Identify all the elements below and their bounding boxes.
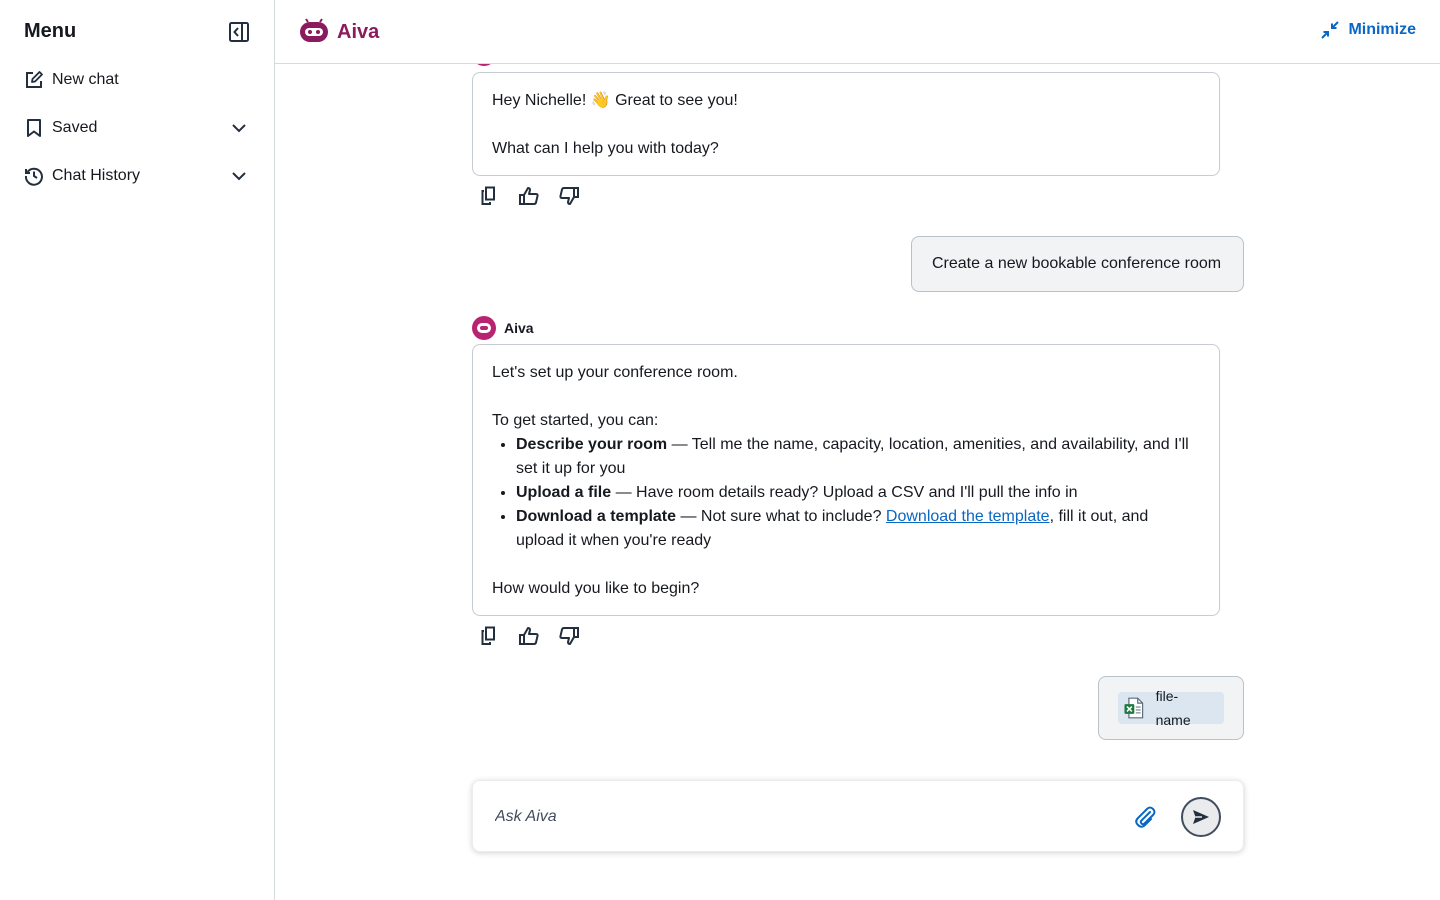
collapse-panel-icon [229, 22, 249, 42]
message-actions [476, 623, 582, 649]
aiva-logo-icon [300, 18, 328, 42]
file-name: file-name [1155, 688, 1191, 728]
aiva-logo-icon [477, 323, 491, 333]
chat-composer [472, 780, 1244, 852]
minimize-button[interactable]: Minimize [1320, 20, 1416, 40]
assistant-message: Let's set up your conference room. To ge… [472, 344, 1220, 616]
list-item: Describe your room — Tell me the name, c… [516, 433, 1200, 481]
sidebar-item-label: New chat [52, 71, 119, 88]
message-text: Hey Nichelle! 👋 Great to see you! [492, 92, 738, 109]
chevron-down-icon[interactable] [230, 167, 248, 185]
option-title: Describe your room [516, 436, 668, 453]
option-text: — Have room details ready? Upload a CSV … [611, 484, 1078, 501]
minimize-label: Minimize [1348, 21, 1416, 38]
file-attachment[interactable]: file-name [1118, 688, 1224, 728]
download-template-link[interactable]: Download the template [886, 508, 1050, 525]
send-button[interactable] [1181, 797, 1221, 837]
bookmark-icon [24, 118, 44, 138]
message-actions [476, 183, 582, 209]
user-message: Create a new bookable conference room [911, 236, 1244, 292]
message-sender: Aiva [472, 316, 534, 340]
chat-input[interactable] [495, 803, 1095, 831]
sidebar-item-label: Chat History [52, 167, 141, 184]
option-text: — Not sure what to include? [676, 508, 886, 525]
copy-icon[interactable] [476, 623, 502, 649]
send-icon [1193, 810, 1209, 824]
minimize-icon [1321, 21, 1340, 39]
menu-title: Menu [24, 20, 77, 42]
sidebar: Menu New chat Saved Chat History [0, 0, 275, 900]
edit-icon [24, 70, 44, 90]
assistant-message: Hey Nichelle! 👋 Great to see you! What c… [472, 72, 1220, 176]
sidebar-item-label: Saved [52, 119, 98, 136]
thumbs-down-icon[interactable] [556, 183, 582, 209]
message-text: Create a new bookable conference room [932, 255, 1222, 272]
app-title: Aiva [337, 20, 380, 43]
chevron-down-icon[interactable] [230, 119, 248, 137]
thumbs-up-icon[interactable] [516, 183, 542, 209]
copy-icon[interactable] [476, 183, 502, 209]
sidebar-item-chat-history[interactable]: Chat History [24, 162, 252, 190]
sidebar-item-saved[interactable]: Saved [24, 114, 252, 142]
thumbs-down-icon[interactable] [556, 623, 582, 649]
list-item: Upload a file — Have room details ready?… [516, 481, 1200, 505]
paperclip-icon [1135, 806, 1156, 828]
option-title: Download a template [516, 508, 677, 525]
message-text: How would you like to begin? [492, 580, 700, 597]
collapse-sidebar-button[interactable] [228, 21, 250, 43]
excel-file-icon [1124, 697, 1144, 719]
user-file-message: file-name [1098, 676, 1244, 740]
list-item: Download a template — Not sure what to i… [516, 505, 1200, 553]
message-text: Let's set up your conference room. [492, 364, 738, 381]
option-title: Upload a file [516, 484, 612, 501]
brand: Aiva [299, 18, 379, 46]
assistant-avatar [472, 316, 496, 340]
thumbs-up-icon[interactable] [516, 623, 542, 649]
history-icon [24, 166, 44, 186]
options-list: Describe your room — Tell me the name, c… [516, 433, 1200, 553]
sender-name: Aiva [504, 320, 534, 336]
message-text: To get started, you can: [492, 412, 659, 429]
header: Aiva Minimize [275, 0, 1440, 64]
attach-file-button[interactable] [1133, 805, 1157, 829]
message-text: What can I help you with today? [492, 140, 719, 157]
sidebar-item-new-chat[interactable]: New chat [24, 66, 252, 94]
